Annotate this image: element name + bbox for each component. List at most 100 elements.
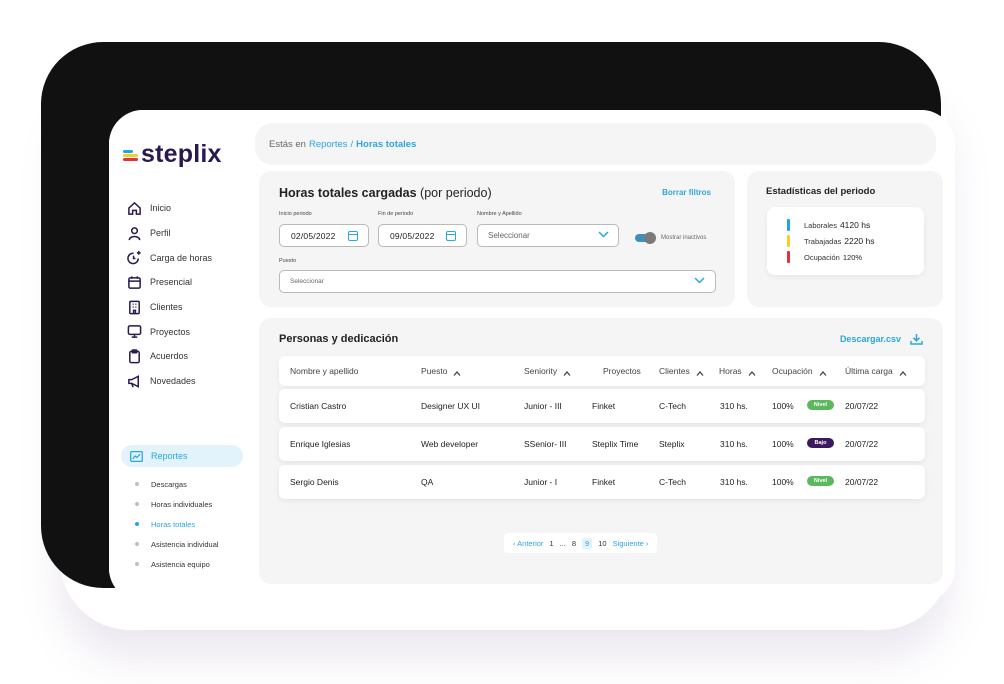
cell-hours: 310 hs. [720, 439, 748, 449]
sidebar-item-novedades[interactable]: Novedades [127, 369, 212, 394]
col-header-occupation[interactable]: Ocupación [772, 366, 827, 376]
filters-card: Horas totales cargadas (por periodo) Bor… [259, 171, 735, 307]
status-badge: Nivel [807, 476, 834, 486]
bullet-icon [135, 562, 139, 566]
cell-name: Cristian Castro [290, 401, 347, 411]
device-frame: steplix Inicio Perfil Carga de horas Pre… [41, 42, 955, 602]
pagination-next-button[interactable]: Siguiente › [613, 539, 649, 548]
position-select[interactable]: Seleccionar [279, 270, 716, 293]
sort-up-icon[interactable] [563, 368, 571, 376]
subnav-item-asistencia-individual[interactable]: Asistencia individual [135, 534, 219, 554]
col-header-label: Ocupación [772, 366, 813, 376]
start-date-value: 02/05/2022 [291, 230, 336, 241]
subnav-item-horas-individuales[interactable]: Horas individuales [135, 494, 219, 514]
sidebar-item-perfil[interactable]: Perfil [127, 221, 212, 246]
col-header-projects[interactable]: Proyectos [603, 366, 641, 376]
name-select[interactable]: Seleccionar [477, 224, 619, 247]
show-inactive-toggle[interactable] [635, 232, 656, 244]
bullet-icon [135, 502, 139, 506]
logo[interactable]: steplix [123, 140, 222, 169]
filters-title: Horas totales cargadas (por periodo) [279, 186, 492, 200]
sort-up-icon[interactable] [899, 368, 907, 376]
col-header-last-upload[interactable]: Última carga [845, 366, 907, 376]
monitor-icon [127, 325, 142, 339]
sidebar-item-acuerdos[interactable]: Acuerdos [127, 344, 212, 369]
sidebar-item-inicio[interactable]: Inicio [127, 196, 212, 221]
chevron-down-icon [694, 277, 705, 285]
col-header-clients[interactable]: Clientes [659, 366, 704, 376]
subnav-item-label: Horas individuales [151, 499, 213, 509]
clipboard-icon [129, 349, 140, 364]
sidebar-item-label: Acuerdos [150, 351, 189, 362]
sort-up-icon[interactable] [453, 368, 461, 376]
col-header-position[interactable]: Puesto [421, 366, 461, 376]
col-header-label: Proyectos [603, 366, 641, 376]
subnav-item-descargas[interactable]: Descargas [135, 474, 219, 494]
cell-hours: 310 hs. [720, 477, 748, 487]
breadcrumb: Estás en Reportes / Horas totales [255, 123, 936, 165]
subnav-item-asistencia-equipo[interactable]: Asistencia equipo [135, 554, 219, 574]
sort-up-icon[interactable] [696, 368, 704, 376]
pagination-page-current[interactable]: 9 [582, 537, 593, 549]
col-header-seniority[interactable]: Seniority [524, 366, 571, 376]
breadcrumb-prefix: Estás en [269, 138, 306, 150]
col-header-name[interactable]: Nombre y apellido [290, 366, 359, 376]
sidebar-item-label: Inicio [150, 203, 172, 214]
cell-position: Designer UX UI [421, 401, 481, 411]
sort-up-icon[interactable] [748, 368, 756, 376]
subnav-item-label: Asistencia individual [151, 539, 219, 549]
sidebar-item-carga-de-horas[interactable]: Carga de horas [127, 245, 212, 270]
end-date-input[interactable]: 09/05/2022 [378, 224, 467, 247]
cell-position: Web developer [421, 439, 479, 449]
sidebar-item-reportes[interactable]: Reportes [121, 445, 243, 467]
cell-occupation: 100% [772, 401, 794, 411]
breadcrumb-link-reportes[interactable]: Reportes [309, 139, 348, 150]
pagination-page-1[interactable]: 1 [549, 539, 553, 548]
sidebar-item-clientes[interactable]: Clientes [127, 295, 212, 320]
cell-client: C-Tech [659, 401, 686, 411]
cell-seniority: Junior - III [524, 401, 562, 411]
name-select-label: Nombre y Apellido [477, 211, 522, 217]
cell-client: C-Tech [659, 477, 686, 487]
table-row[interactable]: Sergio Denis QA Junior - I Finket C-Tech… [279, 465, 925, 499]
download-csv-button[interactable]: Descargar.csv [840, 333, 923, 345]
cell-name: Sergio Denis [290, 477, 339, 487]
building-icon [129, 300, 140, 314]
col-header-label: Seniority [524, 366, 558, 376]
cell-name: Enrique Iglesias [290, 439, 351, 449]
sidebar-item-proyectos[interactable]: Proyectos [127, 319, 212, 344]
stat-color-bar [787, 219, 790, 231]
pagination-prev-button[interactable]: ‹ Anterior [513, 539, 543, 548]
cell-position: QA [421, 477, 434, 487]
start-date-label: Inicio periodo [279, 211, 312, 217]
pagination-page-10[interactable]: 10 [598, 539, 606, 548]
sidebar-item-label: Carga de horas [150, 252, 213, 263]
sort-up-icon[interactable] [819, 368, 827, 376]
subnav-item-label: Horas totales [151, 519, 196, 529]
table-row[interactable]: Cristian Castro Designer UX UI Junior - … [279, 389, 925, 423]
stat-row-trabajadas: Trabajadas 2220 hs [787, 233, 924, 249]
cell-hours: 310 hs. [720, 401, 748, 411]
calendar-icon[interactable] [348, 231, 358, 241]
pagination: ‹ Anterior 1 ... 8 9 10 Siguiente › [504, 533, 658, 553]
pagination-next-label: Siguiente [612, 538, 644, 548]
sidebar-item-presencial[interactable]: Presencial [127, 270, 212, 295]
calendar-icon[interactable] [446, 231, 456, 241]
start-date-input[interactable]: 02/05/2022 [279, 224, 369, 247]
download-csv-label: Descargar.csv [839, 334, 901, 344]
clear-filters-button[interactable]: Borrar filtros [662, 188, 711, 197]
cell-seniority: Junior - I [524, 477, 558, 487]
sidebar-item-label: Perfil [150, 228, 171, 239]
position-select-label: Puesto [279, 258, 297, 264]
pagination-page-8[interactable]: 8 [572, 539, 576, 548]
stat-value: 2220 hs [844, 236, 875, 246]
stat-row-laborales: Laborales 4120 hs [787, 217, 924, 233]
col-header-hours[interactable]: Horas [719, 366, 756, 376]
table-row[interactable]: Enrique Iglesias Web developer SSenior- … [279, 427, 925, 461]
col-header-label: Última carga [845, 366, 893, 376]
logo-mark-icon [123, 149, 138, 161]
home-icon [128, 201, 141, 215]
col-header-label: Nombre y apellido [290, 366, 359, 376]
cell-project: Steplix Time [592, 439, 639, 449]
subnav-item-horas-totales[interactable]: Horas totales [135, 514, 219, 534]
